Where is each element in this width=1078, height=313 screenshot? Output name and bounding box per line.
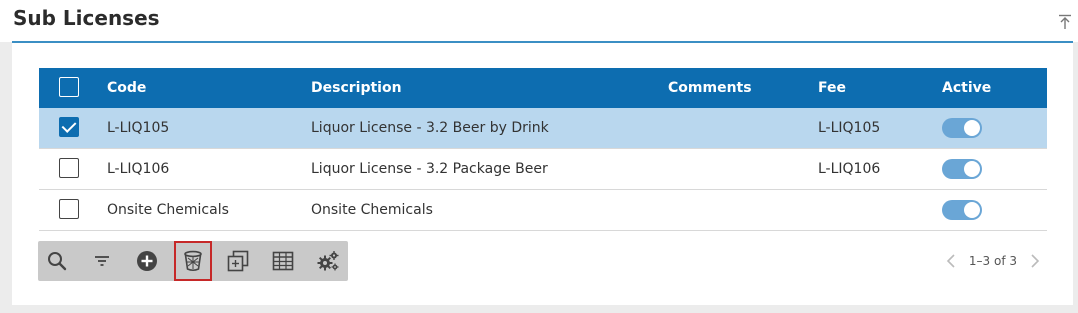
cell-description: Liquor License - 3.2 Package Beer — [311, 161, 548, 177]
pagination: 1–3 of 3 — [943, 251, 1043, 271]
column-header-description[interactable]: Description — [311, 68, 402, 108]
active-toggle[interactable] — [942, 159, 982, 179]
settings-button[interactable] — [309, 241, 347, 281]
delete-button[interactable] — [174, 241, 212, 281]
active-toggle[interactable] — [942, 200, 982, 220]
row-checkbox[interactable] — [59, 158, 79, 178]
column-header-fee[interactable]: Fee — [818, 68, 846, 108]
grid-layout-icon — [272, 251, 294, 271]
cell-code: L-LIQ106 — [107, 161, 170, 177]
section-header: Sub Licenses — [0, 0, 1078, 42]
collapse-section-icon[interactable] — [1058, 14, 1072, 30]
grid-toolbar — [38, 241, 348, 281]
column-header-active[interactable]: Active — [942, 68, 991, 108]
grid-header-row: Code Description Comments Fee Active — [39, 68, 1047, 108]
section-title: Sub Licenses — [13, 6, 160, 30]
add-button[interactable] — [128, 241, 166, 281]
previous-page-button[interactable] — [943, 251, 959, 271]
copy-icon — [227, 250, 249, 272]
cell-description: Liquor License - 3.2 Beer by Drink — [311, 120, 549, 136]
cell-fee: L-LIQ106 — [818, 161, 881, 177]
filter-button[interactable] — [83, 241, 121, 281]
table-row[interactable]: Onsite Chemicals Onsite Chemicals — [39, 190, 1047, 231]
cell-code: L-LIQ105 — [107, 120, 170, 136]
column-header-comments[interactable]: Comments — [668, 68, 752, 108]
cell-description: Onsite Chemicals — [311, 202, 433, 218]
table-row[interactable]: L-LIQ106 Liquor License - 3.2 Package Be… — [39, 149, 1047, 190]
chevron-left-icon — [946, 254, 955, 268]
active-toggle[interactable] — [942, 118, 982, 138]
cell-code: Onsite Chemicals — [107, 202, 229, 218]
select-all-checkbox[interactable] — [59, 77, 79, 97]
table-row[interactable]: L-LIQ105 Liquor License - 3.2 Beer by Dr… — [39, 108, 1047, 149]
page-range-text: 1–3 of 3 — [968, 254, 1017, 268]
sub-licenses-grid: Code Description Comments Fee Active L-L… — [39, 68, 1047, 231]
copy-button[interactable] — [219, 241, 257, 281]
column-header-code[interactable]: Code — [107, 68, 146, 108]
grid-layout-button[interactable] — [264, 241, 302, 281]
search-button[interactable] — [38, 241, 76, 281]
next-page-button[interactable] — [1027, 251, 1043, 271]
settings-icon — [317, 251, 339, 271]
sub-licenses-panel: Code Description Comments Fee Active L-L… — [12, 43, 1073, 305]
delete-icon — [184, 250, 202, 272]
cell-fee: L-LIQ105 — [818, 120, 881, 136]
search-icon — [48, 252, 67, 271]
filter-icon — [95, 256, 109, 266]
chevron-right-icon — [1031, 254, 1040, 268]
row-checkbox[interactable] — [59, 199, 79, 219]
row-checkbox[interactable] — [59, 117, 79, 137]
add-icon — [137, 251, 157, 271]
